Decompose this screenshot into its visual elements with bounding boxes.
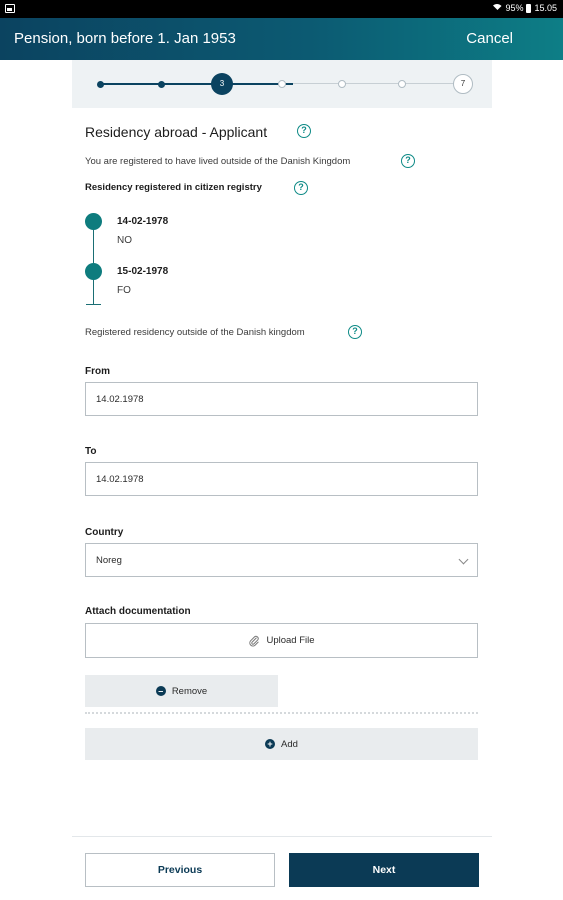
- stepper-line-remaining: [293, 83, 463, 84]
- wifi-icon: [492, 4, 502, 12]
- upload-file-label: Upload File: [266, 635, 315, 646]
- status-right: 95% 15.05: [492, 3, 557, 13]
- to-label: To: [85, 446, 97, 457]
- timeline-country: NO: [117, 235, 132, 246]
- chevron-down-icon: [458, 554, 469, 565]
- timeline-dot: [85, 213, 102, 230]
- from-date-value: 14.02.1978: [96, 393, 144, 405]
- attach-label: Attach documentation: [85, 606, 191, 617]
- remove-button[interactable]: – Remove: [85, 675, 278, 707]
- timeline-date: 14-02-1978: [117, 216, 169, 227]
- footer-nav: Previous Next: [72, 836, 492, 900]
- section-divider: [85, 712, 478, 714]
- heading-help-icon[interactable]: ?: [297, 124, 311, 138]
- registry-help-icon[interactable]: ?: [294, 181, 308, 195]
- outside-help-icon[interactable]: ?: [348, 325, 362, 339]
- clock: 15.05: [534, 3, 557, 13]
- step-5: [338, 80, 346, 88]
- country-value: Noreg: [96, 554, 122, 566]
- country-label: Country: [85, 527, 124, 538]
- app-bar: Pension, born before 1. Jan 1953 Cancel: [0, 18, 563, 60]
- stepper-line-completed: [100, 83, 293, 85]
- registered-help-icon[interactable]: ?: [401, 154, 415, 168]
- gallery-icon: [5, 4, 15, 13]
- from-date-input[interactable]: 14.02.1978: [85, 382, 478, 416]
- remove-label: Remove: [171, 685, 208, 697]
- page-title: Residency abroad - Applicant: [85, 124, 268, 140]
- timeline-end-cap: [86, 304, 101, 305]
- app-title: Pension, born before 1. Jan 1953: [14, 30, 236, 47]
- progress-stepper: 3 7: [72, 60, 492, 108]
- registered-abroad-text: You are registered to have lived outside…: [85, 156, 351, 167]
- add-label: Add: [281, 738, 298, 750]
- cancel-button[interactable]: Cancel: [466, 30, 513, 47]
- to-date-value: 14.02.1978: [96, 473, 144, 485]
- to-date-input[interactable]: 14.02.1978: [85, 462, 478, 496]
- timeline-country: FO: [117, 285, 131, 296]
- previous-button[interactable]: Previous: [85, 853, 275, 887]
- registry-section-label: Residency registered in citizen registry: [85, 182, 262, 193]
- step-7: 7: [453, 74, 473, 94]
- battery-percent: 95%: [505, 3, 524, 13]
- from-label: From: [85, 366, 110, 377]
- step-4: [278, 80, 286, 88]
- step-6: [398, 80, 406, 88]
- step-1[interactable]: [97, 80, 104, 88]
- add-button[interactable]: + Add: [85, 728, 478, 760]
- step-3-current[interactable]: 3: [211, 73, 233, 95]
- status-bar: 95% 15.05: [0, 0, 563, 18]
- paperclip-icon: [249, 635, 260, 646]
- minus-circle-icon: –: [155, 686, 166, 696]
- timeline-date: 15-02-1978: [117, 266, 169, 277]
- next-button[interactable]: Next: [289, 853, 479, 887]
- timeline-dot: [85, 263, 102, 280]
- step-2[interactable]: [158, 80, 165, 88]
- outside-residency-label: Registered residency outside of the Dani…: [85, 327, 305, 338]
- plus-circle-icon: +: [265, 739, 276, 749]
- battery-icon: [526, 3, 532, 13]
- upload-file-button[interactable]: Upload File: [85, 623, 478, 658]
- country-select[interactable]: Noreg: [85, 543, 478, 577]
